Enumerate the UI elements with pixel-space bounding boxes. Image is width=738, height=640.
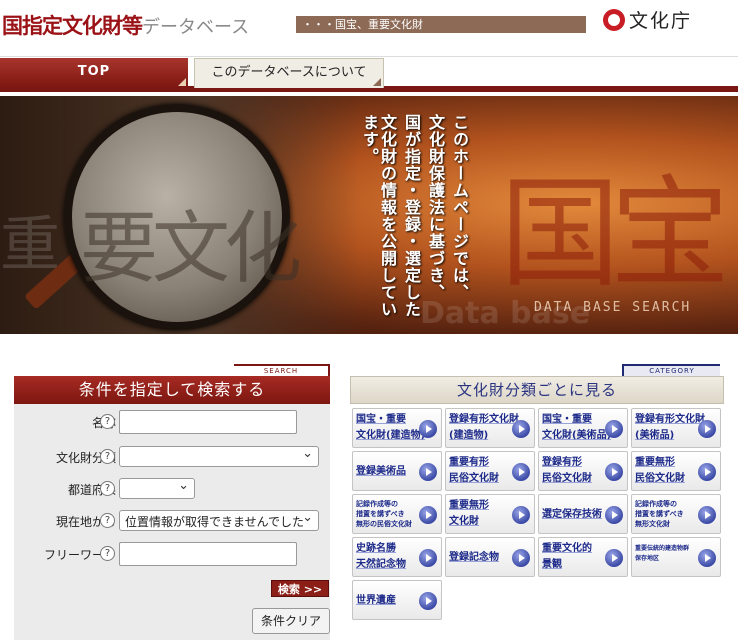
category-item[interactable]: 重要無形 民俗文化財 <box>631 451 721 491</box>
agency-name: 文化庁 <box>629 10 693 32</box>
site-header: 国指定文化財等データベース ・・・国宝、重要文化財 文化庁 <box>0 0 738 50</box>
site-title-main: 国指定文化財等 <box>2 14 143 38</box>
prefecture-row: 都道府県 ? <box>14 477 330 501</box>
freeword-row: フリーワード ? <box>14 542 330 566</box>
arrow-right-icon <box>512 506 530 524</box>
arrow-right-icon <box>605 549 623 567</box>
category-item[interactable]: 登録美術品 <box>352 451 442 491</box>
hero-banner: 重 国宝 Data base 要文化 このホームページでは、 文化財保護法に基づ… <box>0 96 738 334</box>
category-item-label: 登録記念物 <box>449 552 499 563</box>
category-item-label: 世界遺産 <box>356 595 396 606</box>
category-item-label: 国宝・重要 文化財(建造物) <box>356 414 426 441</box>
arrow-right-icon <box>419 549 437 567</box>
category-item[interactable]: 記録作成等の 措置を講ずべき 無形文化財 <box>631 494 721 534</box>
category-tag: CATEGORY <box>622 364 720 376</box>
help-icon[interactable]: ? <box>100 513 115 528</box>
category-item[interactable]: 国宝・重要 文化財(美術品) <box>538 408 628 448</box>
location-row: 現在地から ? 位置情報が取得できませんでした <box>14 509 330 533</box>
category-item[interactable]: 登録有形文化財 (美術品) <box>631 408 721 448</box>
category-item-label: 記録作成等の 措置を講ずべき 無形の民俗文化財 <box>356 500 412 528</box>
category-item-label: 重要文化的 景観 <box>542 543 592 570</box>
banner-kokuho-calligraphy: 国宝 <box>500 165 730 304</box>
prefecture-select[interactable] <box>119 478 195 499</box>
agency-logo[interactable]: 文化庁 <box>603 6 693 32</box>
arrow-right-icon <box>512 549 530 567</box>
site-title-suffix: データベース <box>142 17 250 38</box>
search-panel: SEARCH 条件を指定して検索する 名称 ? 文化財分類 ? 都道府県 ? 現… <box>14 362 330 640</box>
category-panel: CATEGORY 文化財分類ごとに見る 国宝・重要 文化財(建造物) 登録有形文… <box>350 362 724 640</box>
freeword-input[interactable] <box>119 542 297 566</box>
category-panel-title: 文化財分類ごとに見る <box>350 376 724 404</box>
location-select[interactable]: 位置情報が取得できませんでした <box>119 510 319 531</box>
category-item-label: 国宝・重要 文化財(美術品) <box>542 414 612 441</box>
category-item-label: 登録有形文化財 (美術品) <box>635 414 705 441</box>
category-item-label: 登録有形 民俗文化財 <box>542 457 592 484</box>
banner-line: 文化財の情報を公開しています。 <box>360 114 397 318</box>
banner-line: 文化財保護法に基づき、 <box>426 114 445 301</box>
category-item[interactable]: 記録作成等の 措置を講ずべき 無形の民俗文化財 <box>352 494 442 534</box>
arrow-right-icon <box>698 506 716 524</box>
category-item[interactable]: 登録有形 民俗文化財 <box>538 451 628 491</box>
category-item[interactable]: 重要有形 民俗文化財 <box>445 451 535 491</box>
arrow-right-icon <box>605 506 623 524</box>
agency-logo-icon <box>603 8 625 31</box>
category-item-label: 史跡名勝 天然記念物 <box>356 543 406 570</box>
category-item[interactable]: 重要無形 文化財 <box>445 494 535 534</box>
category-item-label: 選定保存技術 <box>542 509 602 520</box>
banner-caption: DATA BASE SEARCH <box>534 300 692 315</box>
category-item-label: 記録作成等の 措置を講ずべき 無形文化財 <box>635 500 684 528</box>
help-icon[interactable]: ? <box>100 449 115 464</box>
arrow-right-icon <box>419 592 437 610</box>
category-item[interactable]: 登録有形文化財 (建造物) <box>445 408 535 448</box>
category-item-label: 重要伝統的建造物群 保存地区 <box>635 545 690 562</box>
category-item[interactable]: 国宝・重要 文化財(建造物) <box>352 408 442 448</box>
category-item-label: 登録有形文化財 (建造物) <box>449 414 519 441</box>
category-item[interactable]: 登録記念物 <box>445 537 535 577</box>
category-item[interactable]: 重要伝統的建造物群 保存地区 <box>631 537 721 577</box>
category-item[interactable]: 重要文化的 景観 <box>538 537 628 577</box>
category-item[interactable]: 世界遺産 <box>352 580 442 620</box>
arrow-right-icon <box>605 463 623 481</box>
search-panel-title: 条件を指定して検索する <box>14 376 330 404</box>
arrow-right-icon <box>512 463 530 481</box>
help-icon[interactable]: ? <box>100 546 115 561</box>
category-item[interactable]: 選定保存技術 <box>538 494 628 534</box>
banner-line: 国が指定・登録・選定した <box>402 114 421 318</box>
tagline-bar: ・・・国宝、重要文化財 <box>296 16 586 33</box>
banner-lens-calligraphy: 要文化 <box>80 204 302 294</box>
arrow-right-icon <box>698 549 716 567</box>
help-icon[interactable]: ? <box>100 414 115 429</box>
arrow-right-icon <box>605 420 623 438</box>
name-input[interactable] <box>119 410 297 434</box>
arrow-right-icon <box>698 463 716 481</box>
category-item[interactable]: 史跡名勝 天然記念物 <box>352 537 442 577</box>
banner-ghost-glyphs: 重 <box>0 210 60 280</box>
banner-line: このホームページでは、 <box>450 114 469 301</box>
arrow-right-icon <box>419 463 437 481</box>
arrow-right-icon <box>419 420 437 438</box>
clear-button[interactable]: 条件クリア <box>252 608 330 634</box>
help-icon[interactable]: ? <box>100 481 115 496</box>
tab-top[interactable]: TOP <box>0 58 188 88</box>
site-title[interactable]: 国指定文化財等データベース <box>2 10 249 40</box>
name-row: 名称 ? <box>14 410 330 434</box>
search-form: 名称 ? 文化財分類 ? 都道府県 ? 現在地から ? 位置情報が取得できません… <box>14 404 330 640</box>
search-button[interactable]: 検索 >> <box>271 580 329 597</box>
arrow-right-icon <box>512 420 530 438</box>
search-tag: SEARCH <box>234 364 330 376</box>
location-select-value: 位置情報が取得できませんでした <box>125 515 305 529</box>
category-item-label: 重要無形 文化財 <box>449 500 489 527</box>
category-row: 文化財分類 ? <box>14 445 330 469</box>
category-item-label: 重要有形 民俗文化財 <box>449 457 499 484</box>
tab-about-database[interactable]: このデータベースについて <box>194 58 384 88</box>
arrow-right-icon <box>419 506 437 524</box>
category-item-label: 重要無形 民俗文化財 <box>635 457 685 484</box>
banner-copy: このホームページでは、 文化財保護法に基づき、 国が指定・登録・選定した 文化財… <box>360 114 469 329</box>
category-item-label: 登録美術品 <box>356 466 406 477</box>
category-select[interactable] <box>119 446 319 467</box>
arrow-right-icon <box>698 420 716 438</box>
